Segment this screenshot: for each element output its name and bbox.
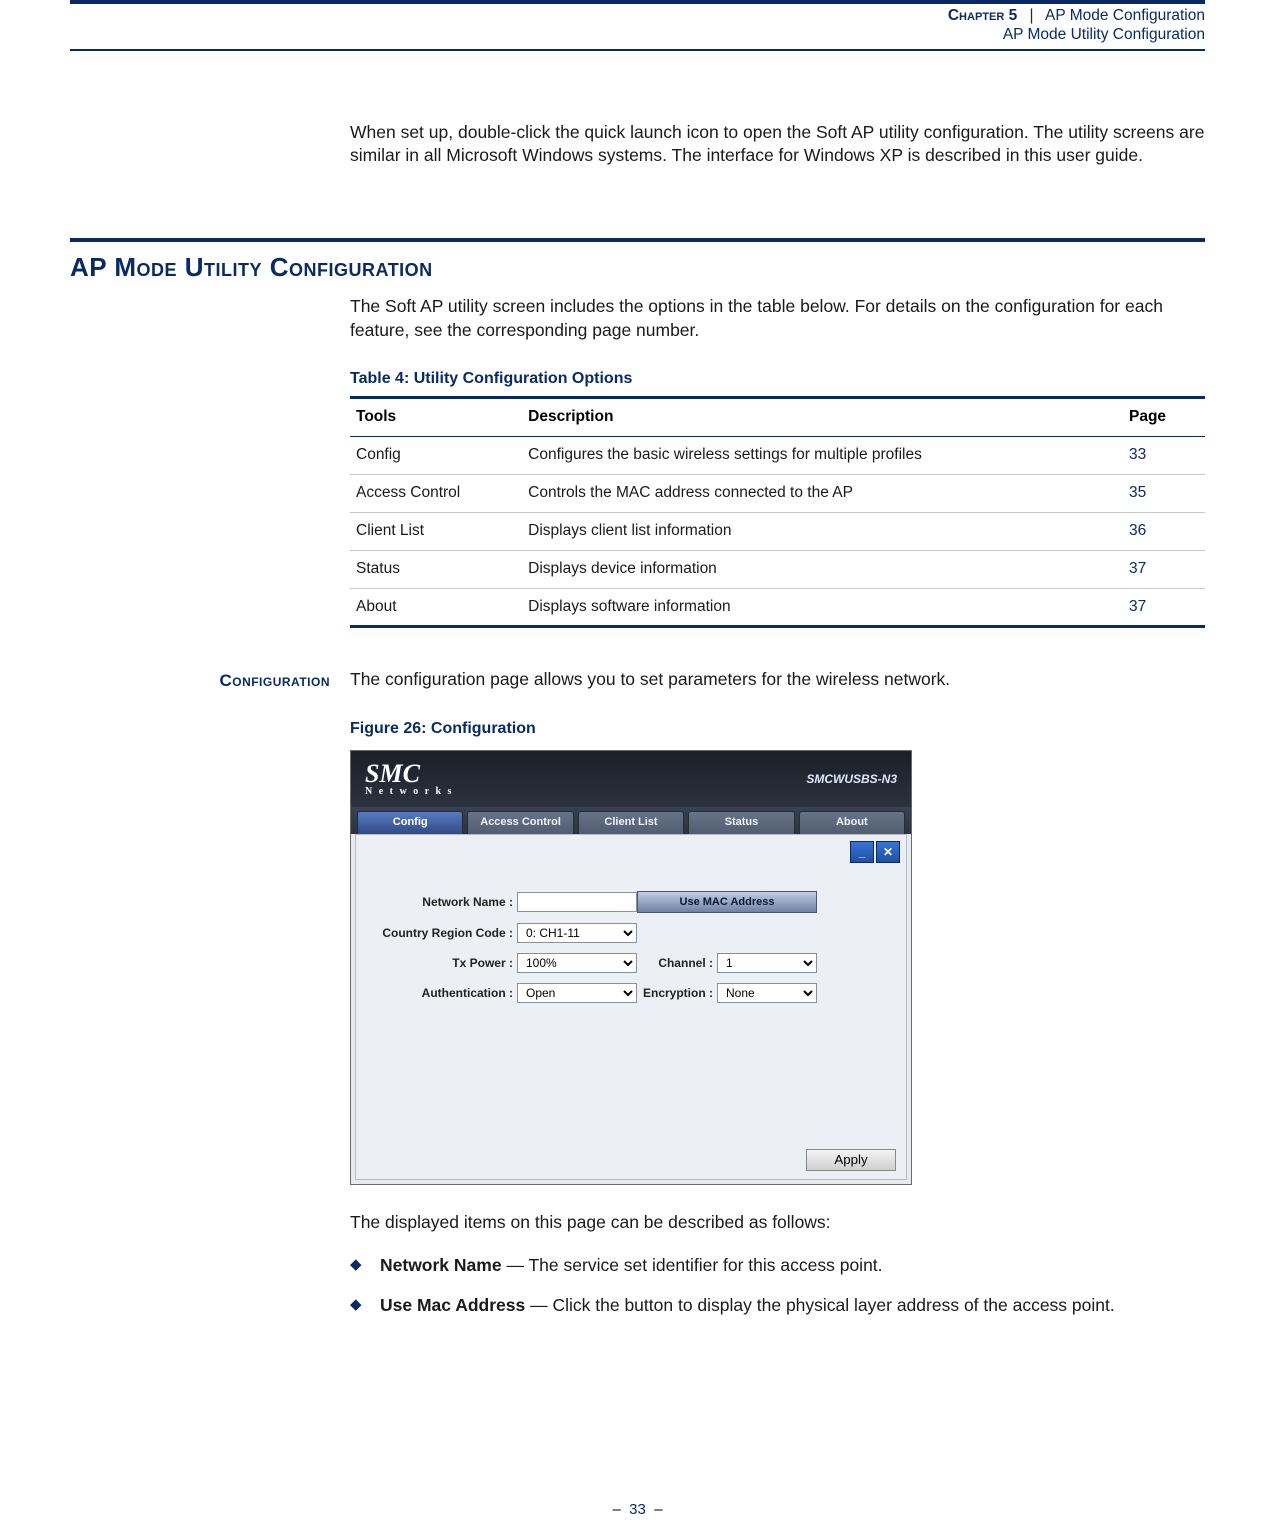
page-number: 33 xyxy=(629,1501,646,1518)
th-description: Description xyxy=(522,397,1123,436)
cell-page-ref[interactable]: 37 xyxy=(1123,588,1205,627)
configuration-intro: The configuration page allows you to set… xyxy=(350,668,1205,692)
label-channel: Channel xyxy=(637,955,717,971)
body-lead: The displayed items on this page can be … xyxy=(350,1211,1205,1235)
section-intro: The Soft AP utility screen includes the … xyxy=(350,295,1205,342)
network-name-input[interactable] xyxy=(517,892,637,912)
th-tools: Tools xyxy=(350,397,522,436)
table-row: Access ControlControls the MAC address c… xyxy=(350,474,1205,512)
tx-power-select[interactable]: 100% xyxy=(517,953,637,973)
figure-configuration-utility: SMC N e t w o r k s SMCWUSBS-N3 ConfigAc… xyxy=(350,750,912,1185)
use-mac-address-button[interactable]: Use MAC Address xyxy=(637,891,817,913)
intro-paragraph: When set up, double-click the quick laun… xyxy=(350,121,1205,168)
authentication-select[interactable]: Open xyxy=(517,983,637,1003)
cell-description: Displays device information xyxy=(522,550,1123,588)
model-label: SMCWUSBS-N3 xyxy=(806,771,897,787)
page-footer: – 33 – xyxy=(0,1500,1275,1520)
minimize-button[interactable]: _ xyxy=(850,841,874,863)
table-caption: Table 4: Utility Configuration Options xyxy=(350,368,1205,390)
cell-page-ref[interactable]: 37 xyxy=(1123,550,1205,588)
chapter-number: 5 xyxy=(1009,7,1018,24)
header-separator: | xyxy=(1030,7,1034,24)
label-tx-power: Tx Power xyxy=(372,955,517,971)
running-head-line2: AP Mode Utility Configuration xyxy=(70,25,1205,44)
cell-tool: Client List xyxy=(350,512,522,550)
bullet-term: Network Name xyxy=(380,1255,502,1275)
label-country-region: Country Region Code xyxy=(372,925,517,941)
bullet-term: Use Mac Address xyxy=(380,1295,525,1315)
channel-select[interactable]: 1 xyxy=(717,953,817,973)
brand-logo: SMC N e t w o r k s xyxy=(365,761,453,797)
bullet-text: — The service set identifier for this ac… xyxy=(502,1255,883,1275)
encryption-select[interactable]: None xyxy=(717,983,817,1003)
tab-config[interactable]: Config xyxy=(357,811,463,834)
utility-options-table: Tools Description Page ConfigConfigures … xyxy=(350,396,1205,629)
th-page: Page xyxy=(1123,397,1205,436)
tab-client-list[interactable]: Client List xyxy=(578,811,684,834)
close-button[interactable]: ✕ xyxy=(876,841,900,863)
chapter-title: AP Mode Configuration xyxy=(1045,7,1205,24)
cell-page-ref[interactable]: 33 xyxy=(1123,436,1205,474)
cell-description: Controls the MAC address connected to th… xyxy=(522,474,1123,512)
section-title: AP Mode Utility Configuration xyxy=(70,250,1205,285)
running-head-line1: Chapter 5 | AP Mode Configuration xyxy=(70,6,1205,25)
cell-tool: About xyxy=(350,588,522,627)
cell-description: Configures the basic wireless settings f… xyxy=(522,436,1123,474)
cell-tool: Status xyxy=(350,550,522,588)
label-encryption: Encryption xyxy=(637,985,717,1001)
cell-description: Displays client list information xyxy=(522,512,1123,550)
cell-page-ref[interactable]: 36 xyxy=(1123,512,1205,550)
tab-status[interactable]: Status xyxy=(688,811,794,834)
cell-tool: Access Control xyxy=(350,474,522,512)
bullet-text: — Click the button to display the physic… xyxy=(525,1295,1114,1315)
figure-caption: Figure 26: Configuration xyxy=(350,718,1205,740)
bullet-item: Use Mac Address — Click the button to di… xyxy=(350,1294,1205,1318)
cell-page-ref[interactable]: 35 xyxy=(1123,474,1205,512)
country-region-select[interactable]: 0: CH1-11 xyxy=(517,923,637,943)
bullet-item: Network Name — The service set identifie… xyxy=(350,1254,1205,1278)
cell-tool: Config xyxy=(350,436,522,474)
gutter-label-configuration: Configuration xyxy=(70,668,330,1333)
table-row: ConfigConfigures the basic wireless sett… xyxy=(350,436,1205,474)
table-row: AboutDisplays software information37 xyxy=(350,588,1205,627)
chapter-word: Chapter xyxy=(948,7,1004,24)
apply-button[interactable]: Apply xyxy=(806,1149,896,1171)
table-row: Client ListDisplays client list informat… xyxy=(350,512,1205,550)
table-row: StatusDisplays device information37 xyxy=(350,550,1205,588)
label-network-name: Network Name xyxy=(372,894,517,910)
tab-access-control[interactable]: Access Control xyxy=(467,811,573,834)
label-authentication: Authentication xyxy=(372,985,517,1001)
tab-about[interactable]: About xyxy=(799,811,905,834)
cell-description: Displays software information xyxy=(522,588,1123,627)
